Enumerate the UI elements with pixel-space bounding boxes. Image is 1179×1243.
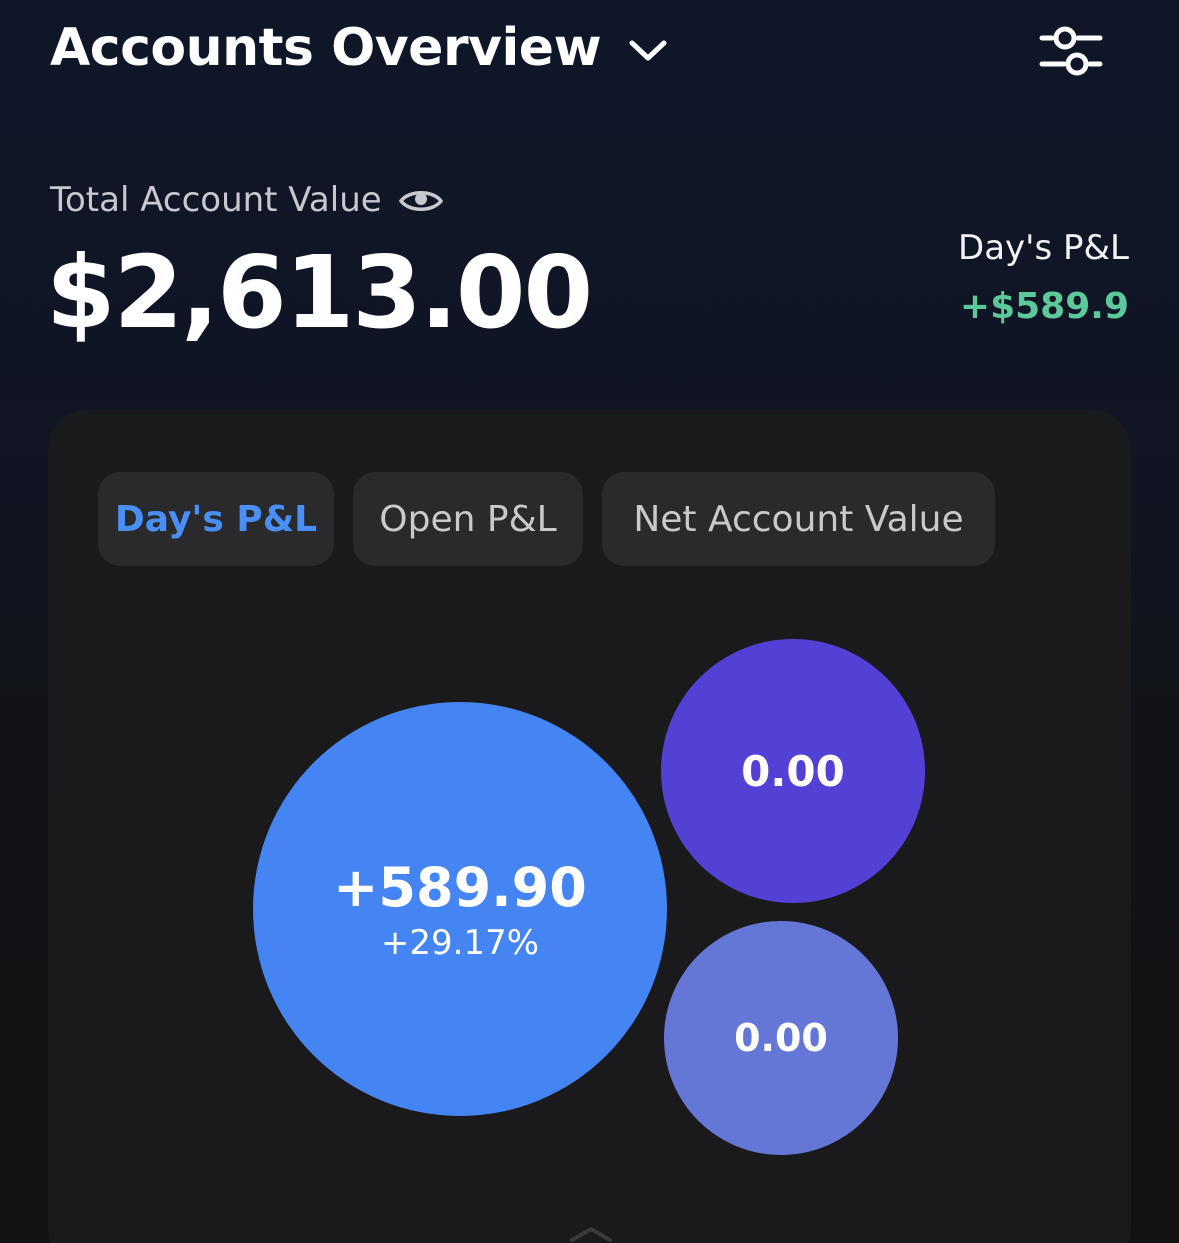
total-account-value: $2,613.00 [46, 234, 593, 351]
chevron-down-icon[interactable] [627, 36, 669, 66]
bubble-tertiary[interactable]: 0.00 [664, 921, 898, 1155]
eye-icon[interactable] [398, 185, 444, 215]
bubble-secondary[interactable]: 0.00 [661, 639, 925, 903]
chevron-up-icon[interactable] [568, 1224, 614, 1243]
tab-days-pl[interactable]: Day's P&L [98, 472, 334, 566]
header: Accounts Overview [50, 18, 669, 78]
total-account-value-label: Total Account Value [50, 180, 444, 220]
tab-open-pl[interactable]: Open P&L [353, 472, 583, 566]
bubble-tertiary-value: 0.00 [734, 1016, 828, 1060]
bubble-primary-percent: +29.17% [380, 922, 540, 963]
tab-net-account-value[interactable]: Net Account Value [602, 472, 995, 566]
total-account-value-text: Total Account Value [50, 180, 382, 220]
bubble-primary[interactable]: +589.90 +29.17% [253, 702, 667, 1116]
day-pl-label: Day's P&L [958, 228, 1129, 268]
day-pl-value: +$589.9 [959, 286, 1129, 327]
page-title[interactable]: Accounts Overview [50, 18, 602, 78]
bubble-secondary-value: 0.00 [741, 746, 845, 796]
sliders-icon[interactable] [1038, 24, 1104, 78]
bubble-primary-value: +589.90 [333, 855, 587, 919]
pl-bubble-card: Day's P&L Open P&L Net Account Value +58… [48, 410, 1131, 1243]
